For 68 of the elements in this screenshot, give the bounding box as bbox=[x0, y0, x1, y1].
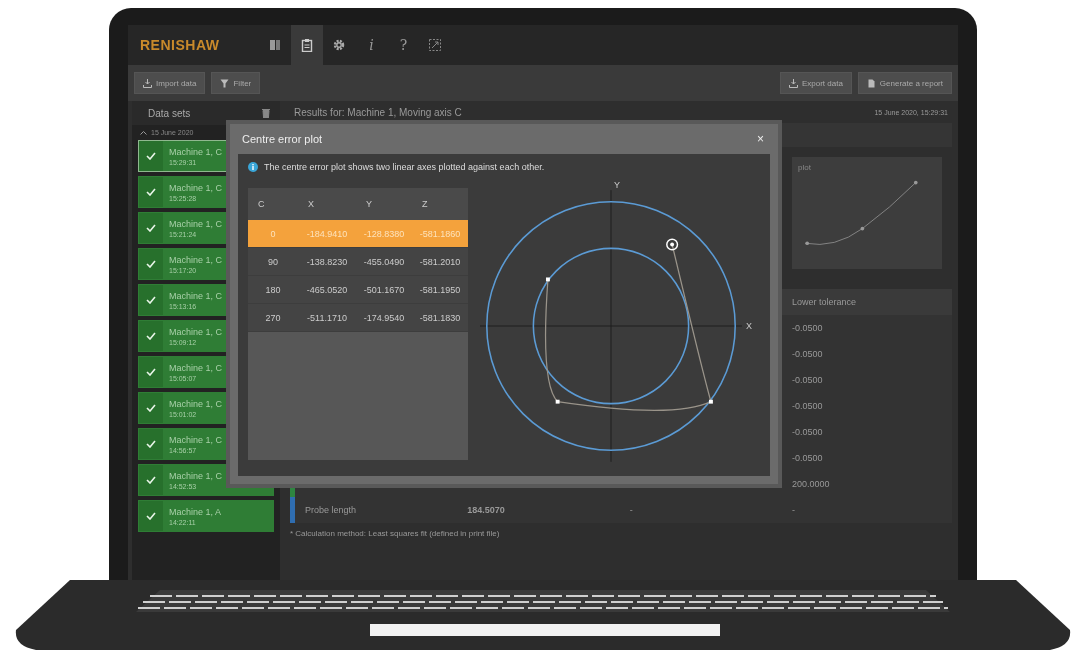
item-name: Machine 1, C bbox=[169, 470, 223, 481]
table-row[interactable]: 90 -138.8230 -455.0490 -581.2010 bbox=[248, 248, 468, 276]
item-name: Machine 1, A bbox=[169, 506, 222, 517]
table-cell: -0.0500 bbox=[792, 375, 823, 385]
toolbar-button[interactable]: Export data bbox=[779, 72, 852, 94]
table-cell: Probe length bbox=[305, 505, 357, 515]
table-row[interactable]: 270 -511.1710 -174.9540 -581.1830 bbox=[248, 304, 468, 332]
table-cell: 184.5070 bbox=[467, 505, 505, 515]
check-icon bbox=[146, 404, 156, 412]
table-row[interactable]: 0 -184.9410 -128.8380 -581.1860 bbox=[248, 220, 468, 248]
logo: RENISHAW bbox=[140, 37, 220, 53]
item-name: Machine 1, C bbox=[169, 182, 223, 193]
table-cell: -0.0500 bbox=[792, 401, 823, 411]
check-icon bbox=[146, 296, 156, 304]
check-icon bbox=[146, 224, 156, 232]
check-icon bbox=[146, 440, 156, 448]
item-name: Machine 1, C bbox=[169, 290, 223, 301]
item-name: Machine 1, C bbox=[169, 362, 223, 373]
table-cell: - bbox=[629, 505, 633, 515]
check-icon bbox=[146, 476, 156, 484]
table-cell: -0.0500 bbox=[792, 453, 823, 463]
column-header: Z bbox=[421, 199, 429, 209]
footnote: * Calculation method: Least squares fit (defined in print file) bbox=[290, 529, 501, 538]
axis-label: Y bbox=[614, 180, 620, 190]
download-icon bbox=[788, 78, 798, 88]
trash-icon[interactable] bbox=[262, 108, 270, 118]
check-icon bbox=[146, 152, 156, 160]
nav-tab[interactable] bbox=[291, 25, 324, 65]
sidebar-title: Data sets bbox=[148, 107, 191, 119]
check-icon bbox=[146, 512, 156, 520]
info-icon bbox=[248, 162, 258, 172]
expand-icon bbox=[428, 38, 443, 52]
column-header: C bbox=[257, 199, 266, 209]
item-name: Machine 1, C bbox=[169, 218, 223, 229]
download-icon bbox=[143, 78, 152, 88]
item-name: Machine 1, C bbox=[169, 326, 223, 337]
check-icon bbox=[146, 332, 156, 340]
close-button[interactable]: × bbox=[753, 132, 768, 146]
column-header: Lower tolerance bbox=[791, 297, 858, 307]
toolbar-button[interactable]: Import data bbox=[134, 72, 206, 94]
axis-label: X bbox=[746, 321, 752, 331]
toolbar-button[interactable]: Filter bbox=[211, 72, 261, 94]
table-cell: -0.0500 bbox=[792, 349, 823, 359]
nav-tab[interactable]: ? bbox=[387, 25, 420, 65]
table-cell: 200.0000 bbox=[792, 479, 830, 489]
clipboard-icon bbox=[300, 38, 315, 52]
item-name: Machine 1, C bbox=[169, 398, 223, 409]
toolbar-button[interactable]: Generate a report bbox=[857, 72, 952, 94]
check-icon bbox=[146, 260, 156, 268]
book-icon bbox=[268, 38, 283, 52]
item-name: Machine 1, C bbox=[169, 254, 223, 265]
chart-title: plot bbox=[798, 163, 812, 172]
document-icon bbox=[866, 78, 876, 88]
table-cell: -0.0500 bbox=[792, 323, 823, 333]
column-header: X bbox=[307, 199, 315, 209]
check-icon bbox=[146, 188, 156, 196]
table-cell: - bbox=[792, 505, 795, 515]
chevron-icon bbox=[140, 130, 147, 135]
check-icon bbox=[146, 368, 156, 376]
settings-icon bbox=[332, 38, 347, 52]
table-row[interactable]: 180 -465.0520 -501.1670 -581.1950 bbox=[248, 276, 468, 304]
funnel-icon bbox=[220, 78, 230, 88]
results-title: Results for: Machine 1, Moving axis C bbox=[294, 106, 462, 118]
nav-tab[interactable]: i bbox=[355, 25, 388, 65]
table-cell: -0.0500 bbox=[792, 427, 823, 437]
column-header: Y bbox=[365, 199, 373, 209]
item-name: Machine 1, C bbox=[169, 434, 223, 445]
item-name: Machine 1, C bbox=[169, 146, 223, 157]
